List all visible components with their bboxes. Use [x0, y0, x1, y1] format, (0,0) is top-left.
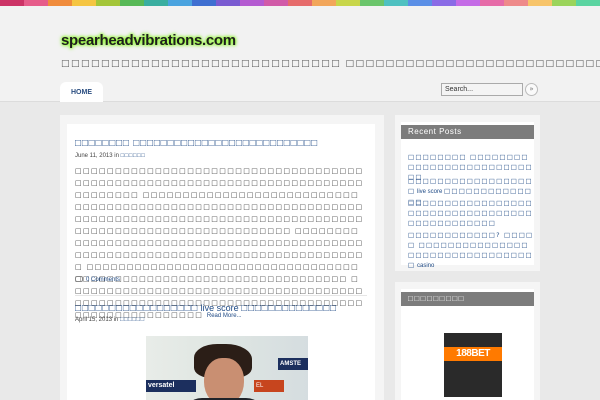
- comments-count[interactable]: 0 Comments: [86, 277, 120, 283]
- ad-banner[interactable]: 188BET: [444, 333, 502, 397]
- comment-icon: [75, 276, 83, 282]
- comments-link[interactable]: 0 Comments: [75, 276, 120, 283]
- post-excerpt-text: □□□□□□□□□□□□□□□□□□□□□□□□□□□□□□□□□□□□□□□□…: [75, 167, 364, 319]
- post-title-part[interactable]: □□□□□□□□□□□□□□□□□□: [75, 303, 198, 314]
- post-category[interactable]: □□□□□□: [120, 317, 145, 323]
- recent-posts-inner: Recent Posts □□□□□□□□ □□□□□□□□□□□□□□□□□□…: [401, 122, 534, 269]
- post-category[interactable]: □□□□□□: [121, 153, 146, 159]
- post-title[interactable]: □□□□□□□□□□□□□□□□□□ live score □□□□□□□□□□…: [75, 303, 337, 314]
- main-content: □□□□□□□□ □□□□□□□□□□□□□□□□□□□□□□□□□□□ Jun…: [60, 115, 384, 400]
- site-tagline: □□□□□□□□□□□□□□□□□□□□□□□□□□□□ □□□□□□□□□□□…: [61, 59, 600, 69]
- banner-widget-inner: □□□□□□□□□ 188BET: [401, 289, 534, 400]
- recent-post-link[interactable]: □□□□□□□□□□□□□□□□□□□□□□□□□□□□□□□□□□□□□□□□…: [408, 198, 534, 228]
- post-date: June 11, 2013 in: [75, 153, 119, 159]
- banner-widget: □□□□□□□□□ 188BET: [395, 282, 540, 400]
- recent-post-link[interactable]: □□□□□□□□□□□□? □□□□□ □□□□□□□□□□□□□□□□□□□□…: [408, 230, 534, 271]
- post-excerpt: □□□□□□□□□□□□□□□□□□□□□□□□□□□□□□□□□□□□□□□□…: [75, 165, 367, 322]
- image-sponsor-board: versatel: [146, 380, 196, 392]
- post-title[interactable]: □□□□□□□□ □□□□□□□□□□□□□□□□□□□□□□□□□□□: [75, 138, 318, 149]
- recent-post-text[interactable]: casino: [415, 263, 434, 269]
- widget-title: □□□□□□□□□: [401, 292, 534, 306]
- recent-posts-widget: Recent Posts □□□□□□□□ □□□□□□□□□□□□□□□□□□…: [395, 115, 540, 271]
- recent-post-text[interactable]: live score: [415, 189, 444, 195]
- arrow-right-icon[interactable]: »: [525, 83, 538, 96]
- image-person-face: [204, 358, 244, 400]
- nav-home[interactable]: HOME: [60, 82, 103, 102]
- post-image[interactable]: versatel AMSTE EL: [146, 336, 308, 400]
- search-input[interactable]: Search...: [441, 83, 523, 96]
- post-date: April 15, 2013 in: [75, 317, 119, 323]
- widget-title: Recent Posts: [401, 125, 534, 139]
- post-title-part[interactable]: live score: [198, 303, 241, 313]
- site-logo[interactable]: spearheadvibrations.com: [61, 32, 236, 49]
- post-meta: April 15, 2013 in □□□□□□: [75, 317, 145, 323]
- post-meta: June 11, 2013 in □□□□□□: [75, 153, 145, 159]
- post-title-part[interactable]: □□□□□□□□□□□□□□: [241, 303, 337, 314]
- posts-container: □□□□□□□□ □□□□□□□□□□□□□□□□□□□□□□□□□□□ Jun…: [67, 124, 375, 400]
- post-divider: [75, 295, 367, 296]
- image-sponsor-board: AMSTE: [278, 358, 308, 370]
- image-sponsor-board: EL: [254, 380, 284, 392]
- banner-logo[interactable]: 188BET: [444, 347, 502, 361]
